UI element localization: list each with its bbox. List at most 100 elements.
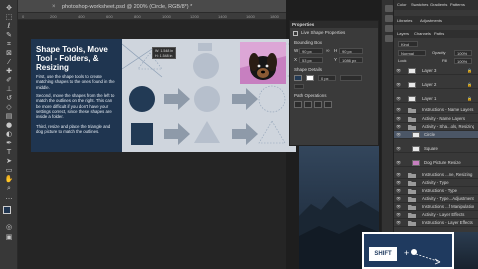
layer-name: Dog Picture Resize <box>424 160 461 165</box>
circle-shape[interactable] <box>129 86 155 112</box>
visibility-icon[interactable]: 👁 <box>396 172 401 177</box>
layer-filter-kind[interactable]: Kind <box>398 41 418 47</box>
fill-swatch[interactable] <box>294 75 302 81</box>
tab-patterns[interactable]: Patterns <box>450 2 465 8</box>
stamp-tool-icon[interactable]: ⊥ <box>3 86 15 93</box>
ruler-tick: 1400 <box>218 14 227 19</box>
shape-tool-icon[interactable]: ▭ <box>3 167 15 174</box>
healing-tool-icon[interactable]: ✚ <box>3 68 15 75</box>
tab-swatches[interactable]: Swatches <box>411 2 428 8</box>
layer-folder-row[interactable]: 👁 Activity - Name Layers <box>394 115 478 123</box>
subtract-shape-button[interactable] <box>304 101 312 108</box>
layer-row[interactable]: 👁 Dog Picture Resize <box>394 159 478 167</box>
y-label: Y <box>334 57 338 62</box>
quick-select-tool-icon[interactable]: ✎ <box>3 32 15 39</box>
path-select-tool-icon[interactable]: ➤ <box>3 158 15 165</box>
dog-picture[interactable] <box>240 42 286 84</box>
tab-gradients[interactable]: Gradients <box>430 2 447 8</box>
visibility-icon[interactable]: 👁 <box>396 188 401 193</box>
tab-color[interactable]: Color <box>397 2 407 8</box>
history-brush-icon[interactable]: ↺ <box>3 95 15 102</box>
visibility-icon[interactable]: 👁 <box>396 180 401 185</box>
gradient-tool-icon[interactable]: ▤ <box>3 113 15 120</box>
visibility-icon[interactable]: 👁 <box>396 160 401 165</box>
marquee-tool-icon[interactable]: ⬚ <box>3 14 15 21</box>
combine-shapes-button[interactable] <box>294 101 302 108</box>
layer-folder-row[interactable]: 👁 Activity - Layer Effects <box>394 211 478 219</box>
opacity-input[interactable]: 100% <box>454 50 472 56</box>
visibility-icon[interactable]: 👁 <box>396 146 401 151</box>
width-input[interactable]: 90 px <box>299 48 323 54</box>
visibility-icon[interactable]: 👁 <box>396 124 401 129</box>
exclude-shape-button[interactable] <box>324 101 332 108</box>
visibility-icon[interactable]: 👁 <box>396 132 401 137</box>
foreground-color-swatch[interactable] <box>3 206 11 214</box>
layer-folder-row[interactable]: 👁 Instructions ...ne, Resizing <box>394 171 478 179</box>
color-tabs: Color Swatches Gradients Patterns <box>394 0 478 10</box>
fill-input[interactable]: 100% <box>454 58 472 64</box>
layer-row[interactable]: 👁 Square <box>394 145 478 153</box>
corner-radius-input[interactable] <box>294 84 304 89</box>
layer-row-selected[interactable]: 👁 Circle <box>394 131 478 139</box>
quick-mask-icon[interactable]: ◎ <box>3 224 15 231</box>
visibility-icon[interactable]: 👁 <box>396 212 401 217</box>
brush-tool-icon[interactable]: ✐ <box>3 77 15 84</box>
move-tool-icon[interactable]: ✥ <box>3 5 15 12</box>
history-icon[interactable] <box>385 5 393 12</box>
lasso-tool-icon[interactable]: ℓ <box>3 23 15 30</box>
x-input[interactable]: 53 px <box>299 57 323 63</box>
dodge-tool-icon[interactable]: ◐ <box>3 131 15 138</box>
blend-mode-select[interactable]: Normal <box>398 50 426 56</box>
visibility-icon[interactable]: 👁 <box>396 82 401 87</box>
layer-folder-row[interactable]: 👁 Instructions - Type <box>394 187 478 195</box>
layer-folder-row[interactable]: 👁 Activity - Type...Adjustment <box>394 195 478 203</box>
crop-tool-icon[interactable]: ⌗ <box>3 41 15 48</box>
tab-close-icon[interactable]: × <box>52 2 56 12</box>
visibility-icon[interactable]: 👁 <box>396 116 401 121</box>
layer-folder-row[interactable]: 👁 Activity - Sha...ols, Resizing <box>394 123 478 131</box>
folder-icon <box>408 189 416 194</box>
visibility-icon[interactable]: 👁 <box>396 220 401 225</box>
folder-icon <box>408 205 416 210</box>
ruler-tick: 800 <box>134 14 141 19</box>
frame-tool-icon[interactable]: ⊠ <box>3 50 15 57</box>
layer-folder-row[interactable]: 👁 Instructions - Layer Effects <box>394 219 478 227</box>
brush-settings-icon[interactable] <box>385 35 393 42</box>
visibility-icon[interactable]: 👁 <box>396 107 401 112</box>
layer-row[interactable]: 👁 Layer 2 🔒 <box>394 81 478 89</box>
properties-icon[interactable] <box>385 15 393 22</box>
tab-adjustments[interactable]: Adjustments <box>420 18 442 24</box>
blur-tool-icon[interactable]: ● <box>3 122 15 129</box>
tab-channels[interactable]: Channels <box>414 31 431 37</box>
layer-row[interactable]: 👁 Layer 1 🔒 <box>394 95 478 103</box>
eraser-tool-icon[interactable]: ◇ <box>3 104 15 111</box>
eyedropper-tool-icon[interactable]: ⁄ <box>3 59 15 66</box>
stroke-swatch[interactable] <box>306 75 314 81</box>
hand-tool-icon[interactable]: ✋ <box>3 176 15 183</box>
visibility-icon[interactable]: 👁 <box>396 204 401 209</box>
tab-libraries[interactable]: Libraries <box>397 18 412 24</box>
pen-tool-icon[interactable]: ✒ <box>3 140 15 147</box>
type-tool-icon[interactable]: T <box>3 149 15 156</box>
screen-mode-icon[interactable]: ▣ <box>3 234 15 241</box>
layer-folder-row[interactable]: 👁 Instructions - Name Layers <box>394 106 478 114</box>
visibility-icon[interactable]: 👁 <box>396 68 401 73</box>
layer-folder-row[interactable]: 👁 Activity - Type <box>394 179 478 187</box>
adjustments-icon[interactable] <box>385 25 393 32</box>
y-input[interactable]: 1086 px <box>339 57 363 63</box>
intersect-shape-button[interactable] <box>314 101 322 108</box>
stroke-type-dropdown[interactable] <box>340 75 362 81</box>
tab-layers[interactable]: Layers <box>397 31 409 37</box>
document-tab[interactable]: photoshop-worksheet.psd @ 200% (Circle, … <box>58 2 196 12</box>
height-input[interactable]: 90 px <box>339 48 363 54</box>
more-tools-icon[interactable]: … <box>3 194 15 201</box>
visibility-icon[interactable]: 👁 <box>396 96 401 101</box>
zoom-tool-icon[interactable]: ⌕ <box>3 185 15 192</box>
layer-row[interactable]: 👁 Layer 3 🔒 <box>394 67 478 75</box>
tab-paths[interactable]: Paths <box>434 31 444 37</box>
visibility-icon[interactable]: 👁 <box>396 196 401 201</box>
square-shape[interactable] <box>131 123 153 145</box>
stroke-width-input[interactable]: 0 px <box>318 75 336 81</box>
link-dimensions-icon[interactable]: ∞ <box>326 48 330 54</box>
layer-folder-row[interactable]: 👁 Instructions ...f Manipulation <box>394 203 478 211</box>
